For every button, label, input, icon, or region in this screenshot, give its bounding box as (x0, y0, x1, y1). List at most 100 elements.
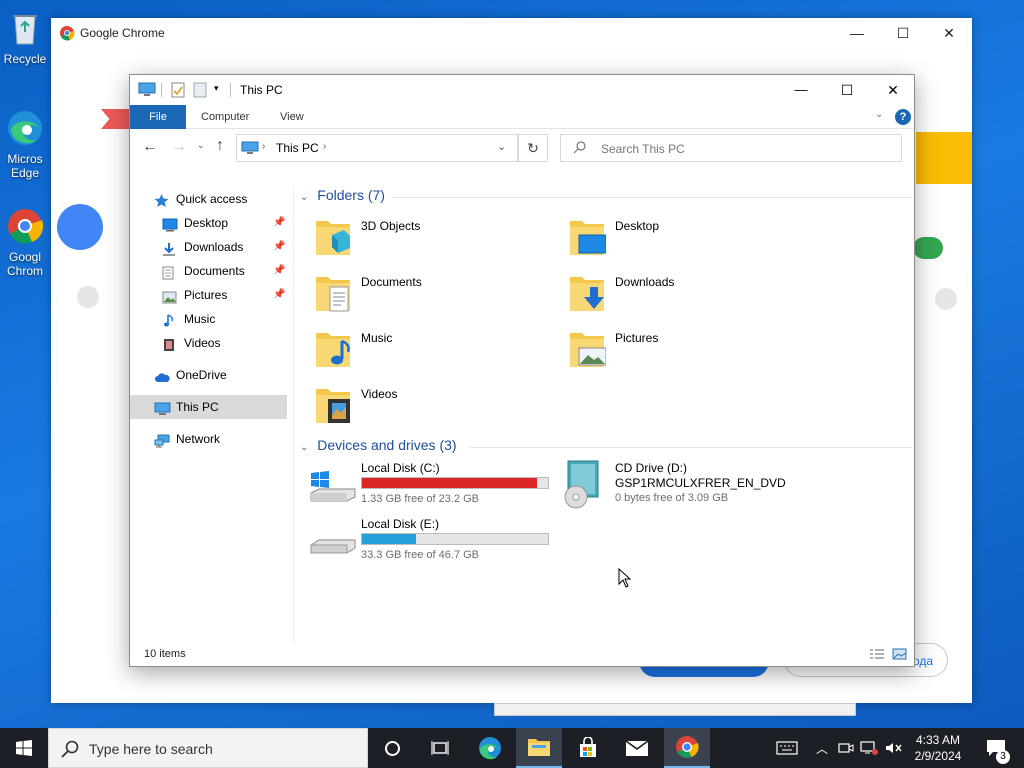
new-folder-icon[interactable] (193, 82, 207, 101)
folder-music-icon (314, 329, 352, 369)
folder-item[interactable]: Videos (294, 379, 534, 431)
drive-free-space: 1.33 GB free of 23.2 GB (361, 493, 480, 505)
touch-keyboard-icon[interactable] (772, 728, 802, 768)
properties-icon[interactable] (171, 82, 185, 101)
folder-name: Videos (361, 387, 398, 401)
star-icon (154, 192, 169, 208)
nav-item-downloads[interactable]: Downloads 📌 (130, 235, 287, 259)
network-status-icon[interactable] (858, 728, 880, 768)
nav-item-network[interactable]: Network (130, 427, 287, 451)
nav-item-quick-access[interactable]: Quick access (130, 187, 287, 211)
quick-access-dropdown-icon[interactable]: ▾ (214, 83, 219, 94)
nav-item-this-pc[interactable]: This PC (130, 395, 287, 419)
taskbar-chrome-button[interactable] (664, 728, 710, 768)
address-separator-icon[interactable]: › (262, 141, 265, 152)
folder-item[interactable]: Music (294, 323, 534, 375)
network-icon (154, 432, 170, 448)
folder-pictures-icon (568, 329, 607, 369)
nav-item-label: Downloads (184, 240, 244, 254)
task-view-icon (431, 741, 449, 755)
chrome-minimize-button[interactable]: — (834, 18, 880, 48)
folder-item[interactable]: Desktop (548, 211, 788, 263)
nav-item-documents[interactable]: Documents 📌 (130, 259, 287, 283)
folder-item[interactable]: 3D Objects (294, 211, 534, 263)
page-decoration-green-dot (913, 237, 943, 259)
forward-arrow-icon[interactable]: → (171, 138, 187, 156)
desktop-icon-edge[interactable]: Micros Edge (0, 108, 50, 180)
taskbar-store-button[interactable] (566, 728, 610, 768)
search-box[interactable]: Search This PC (560, 134, 902, 162)
volume-muted-icon[interactable] (882, 728, 906, 768)
explorer-maximize-button[interactable]: ☐ (824, 75, 870, 105)
desktop-icon-chrome[interactable]: Googl Chrom (0, 206, 50, 278)
taskbar: Type here to search ︿ 4:33 AM 2/9/2024 3 (0, 728, 1024, 768)
page-decoration-yellow-band (916, 132, 972, 184)
show-hidden-icons-chevron-icon[interactable]: ︿ (812, 728, 832, 768)
drive-item-d[interactable]: CD Drive (D:) GSP1RMCULXFRER_EN_DVD 0 by… (548, 459, 808, 511)
task-view-button[interactable] (418, 728, 462, 768)
explorer-close-button[interactable]: ✕ (870, 75, 916, 105)
explorer-minimize-button[interactable]: — (778, 75, 824, 105)
chrome-window-title: Google Chrome (80, 26, 165, 40)
meet-now-icon[interactable] (835, 728, 857, 768)
ribbon-expand-icon[interactable]: ⌄ (875, 109, 883, 120)
drive-item-c[interactable]: Local Disk (C:) 1.33 GB free of 23.2 GB (294, 459, 549, 511)
start-button[interactable] (0, 728, 48, 768)
drive-free-space: 0 bytes free of 3.09 GB (615, 492, 729, 504)
folder-item[interactable]: Documents (294, 267, 534, 319)
tab-file[interactable]: File (130, 105, 186, 129)
details-view-icon[interactable] (869, 647, 885, 664)
tab-view[interactable]: View (266, 105, 318, 129)
page-decoration-grey-dot (935, 288, 957, 310)
cortana-button[interactable] (370, 728, 414, 768)
content-pane: ⌄ Folders (7) 3D Objects Desktop Documen… (294, 187, 914, 644)
address-dropdown-icon[interactable]: ⌄ (497, 140, 506, 153)
taskbar-mail-button[interactable] (614, 728, 660, 768)
help-button[interactable]: ? (895, 109, 911, 125)
address-separator-icon[interactable]: › (323, 141, 326, 152)
notification-count-badge: 3 (996, 750, 1010, 764)
large-icons-view-icon[interactable] (892, 647, 907, 664)
folder-item[interactable]: Pictures (548, 323, 788, 375)
back-arrow-icon[interactable]: ← (142, 138, 158, 156)
nav-item-pictures[interactable]: Pictures 📌 (130, 283, 287, 307)
clock-time: 4:33 AM (915, 733, 961, 747)
explorer-titlebar[interactable]: ▾ This PC — ☐ ✕ (130, 75, 914, 105)
chrome-close-button[interactable]: ✕ (926, 18, 972, 48)
taskbar-search-box[interactable]: Type here to search (48, 728, 368, 768)
desktop-icon (162, 216, 178, 232)
nav-item-desktop[interactable]: Desktop 📌 (130, 211, 287, 235)
action-center-button[interactable]: 3 (976, 728, 1016, 768)
search-icon (573, 141, 586, 157)
group-header-devices[interactable]: ⌄ Devices and drives (3) (300, 437, 912, 457)
folder-3d-objects-icon (314, 217, 352, 257)
this-pc-address-icon (241, 141, 259, 158)
clock[interactable]: 4:33 AM 2/9/2024 (908, 732, 968, 764)
nav-item-label: Music (184, 312, 216, 326)
up-arrow-icon[interactable]: ↑ (216, 137, 224, 155)
nav-item-videos[interactable]: Videos (130, 331, 287, 355)
chrome-maximize-button[interactable]: ☐ (880, 18, 926, 48)
desktop-icon-recycle-bin[interactable]: Recycle (0, 8, 50, 66)
pictures-icon (162, 288, 177, 304)
address-row: ← → ⌄ ↑ › This PC › ⌄ ↻ Search This PC (130, 129, 914, 167)
address-location[interactable]: This PC (276, 141, 319, 155)
file-explorer-window[interactable]: ▾ This PC — ☐ ✕ File Computer View ⌄ ? ←… (129, 74, 915, 667)
taskbar-file-explorer-button[interactable] (516, 728, 562, 768)
folder-item[interactable]: Downloads (548, 267, 788, 319)
drive-item-e[interactable]: Local Disk (E:) 33.3 GB free of 46.7 GB (294, 515, 549, 567)
address-bar[interactable]: › This PC › ⌄ (236, 134, 518, 162)
recent-locations-icon[interactable]: ⌄ (197, 140, 205, 151)
taskbar-edge-button[interactable] (468, 728, 512, 768)
clock-date: 2/9/2024 (914, 749, 962, 763)
group-header-folders[interactable]: ⌄ Folders (7) (300, 187, 912, 207)
nav-item-music[interactable]: Music (130, 307, 287, 331)
desktop-icon-label: Micros Edge (7, 152, 43, 180)
nav-item-onedrive[interactable]: OneDrive (130, 363, 287, 387)
this-pc-small-icon (138, 82, 156, 101)
mouse-cursor-icon (618, 567, 632, 591)
drive-name: CD Drive (D:) (615, 461, 687, 475)
refresh-button[interactable]: ↻ (518, 134, 548, 162)
tab-computer[interactable]: Computer (187, 105, 263, 129)
film-strip-icon (163, 336, 177, 351)
